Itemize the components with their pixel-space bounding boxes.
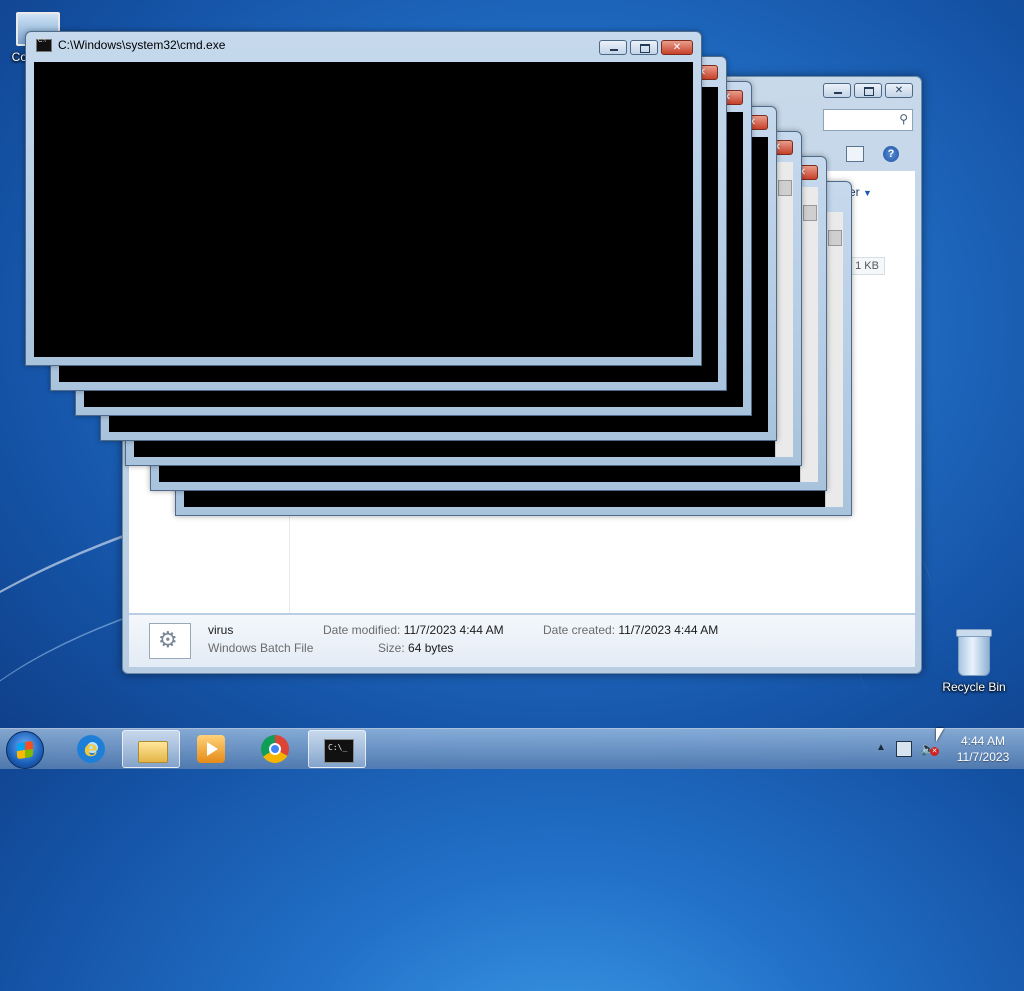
details-pane: ⚙ virus Windows Batch File Date modified… — [129, 615, 915, 667]
minimize-icon — [600, 41, 626, 54]
scrollbar-thumb[interactable] — [828, 230, 842, 246]
window-controls: ✕ — [823, 83, 913, 98]
help-icon[interactable]: ? — [883, 146, 899, 162]
close-icon: ✕ — [672, 42, 682, 53]
windows-logo-icon — [17, 740, 33, 760]
vertical-scrollbar[interactable] — [800, 187, 818, 482]
minimize-icon — [824, 84, 850, 97]
file-type: Windows Batch File — [208, 641, 314, 655]
recycle-bin-icon — [956, 629, 992, 676]
file-size-badge: 1 KB — [849, 257, 885, 275]
cmd-window-title: C:\Windows\system32\cmd.exe — [36, 38, 225, 52]
folder-icon — [138, 741, 168, 763]
system-tray: ▲ 🔈 ✕ 4:44 AM 11/7/2023 — [864, 729, 1024, 769]
start-button[interactable] — [6, 731, 44, 769]
gear-icon: ⚙ — [158, 627, 178, 652]
maximize-button[interactable] — [854, 83, 882, 98]
cmd-icon — [36, 38, 52, 52]
scrollbar-thumb[interactable] — [803, 205, 817, 221]
maximize-icon — [855, 84, 881, 97]
network-icon[interactable] — [896, 741, 912, 757]
show-hidden-icons-button[interactable]: ▲ — [876, 742, 886, 753]
sort-dropdown[interactable]: er ▼ — [849, 185, 872, 199]
ie-icon: e — [77, 735, 105, 763]
clock-date: 11/7/2023 — [956, 750, 1010, 764]
minimize-button[interactable] — [599, 40, 627, 55]
clock-time: 4:44 AM — [960, 734, 1006, 748]
taskbar-windows-explorer[interactable] — [122, 730, 180, 768]
taskbar-internet-explorer[interactable]: e — [62, 730, 120, 768]
cmd-icon — [324, 739, 354, 763]
search-icon: ⚲ — [899, 112, 908, 126]
close-icon: ✕ — [894, 85, 904, 96]
vertical-scrollbar[interactable] — [775, 162, 793, 457]
mouse-cursor — [936, 728, 944, 742]
date-modified: Date modified: 11/7/2023 4:44 AM — [323, 623, 504, 637]
window-controls: ✕ — [599, 40, 693, 55]
vertical-scrollbar[interactable] — [825, 212, 843, 507]
taskbar-media-player[interactable] — [182, 730, 240, 768]
scrollbar-thumb[interactable] — [778, 180, 792, 196]
muted-badge-icon: ✕ — [930, 747, 939, 756]
close-button[interactable]: ✕ — [661, 40, 693, 55]
date-created: Date created: 11/7/2023 4:44 AM — [543, 623, 719, 637]
maximize-icon — [631, 41, 657, 54]
cmd-window[interactable]: C:\Windows\system32\cmd.exe ✕ — [25, 31, 702, 366]
maximize-button[interactable] — [630, 40, 658, 55]
cmd-console-area[interactable] — [34, 62, 693, 357]
minimize-button[interactable] — [823, 83, 851, 98]
preview-pane-button[interactable] — [846, 146, 864, 162]
search-input[interactable]: ⚲ — [823, 109, 913, 131]
batch-file-thumbnail: ⚙ — [149, 623, 191, 659]
desktop-icon-recycle-bin[interactable]: Recycle Bin — [938, 629, 1010, 694]
media-player-icon — [197, 735, 225, 763]
clock[interactable]: 4:44 AM 11/7/2023 — [948, 733, 1018, 765]
file-size: Size: 64 bytes — [378, 641, 454, 655]
file-name: virus — [208, 623, 234, 637]
chrome-icon — [261, 735, 289, 763]
taskbar-chrome[interactable] — [246, 730, 304, 768]
taskbar-command-prompt[interactable] — [308, 730, 366, 768]
taskbar: e ▲ 🔈 ✕ 4:44 AM 11/7/2023 — [0, 728, 1024, 769]
cmd-window-title-text: C:\Windows\system32\cmd.exe — [58, 38, 226, 52]
chevron-down-icon: ▼ — [863, 188, 872, 198]
desktop-icon-label: Recycle Bin — [942, 680, 1006, 694]
close-button[interactable]: ✕ — [885, 83, 913, 98]
